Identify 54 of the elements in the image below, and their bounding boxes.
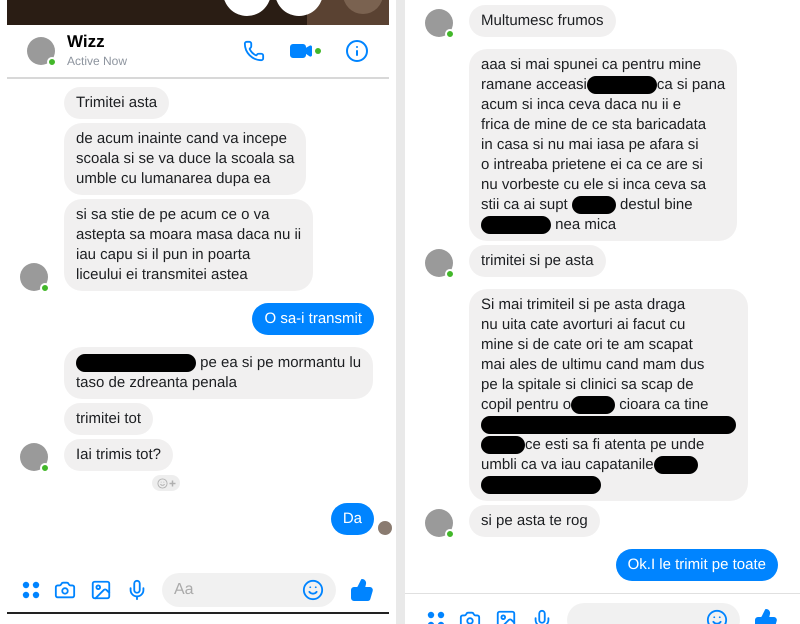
message-text: nu vorbeste cu ele si inca ceva sa xyxy=(481,175,706,195)
emoji-icon[interactable] xyxy=(302,579,324,601)
message-text: Ok.I le trimit pe toate xyxy=(628,555,766,575)
message-text: trimitei tot xyxy=(76,409,142,429)
message-text: aaa si mai spunei ca pentru mine xyxy=(481,55,702,75)
message-text: mine si de cate ori te am scapat xyxy=(481,335,693,355)
message-text: Iai trimis tot? xyxy=(76,445,162,465)
message-text: Trimitei asta xyxy=(76,93,158,113)
message-text: copil pentru o xyxy=(481,395,572,415)
status-text: Active Now xyxy=(67,53,128,70)
apps-icon[interactable] xyxy=(427,611,445,624)
add-reaction-button[interactable] xyxy=(152,475,180,491)
message-text: O sa-i transmit xyxy=(264,309,362,329)
message-text: destul bine xyxy=(619,195,693,215)
message-text: scoala si se va duce la scoala sa xyxy=(76,149,294,169)
phone-icon[interactable] xyxy=(243,40,265,62)
message-text: o intreaba prietene ei ca ce are si xyxy=(481,155,703,175)
message-text: taso de zdreanta penala xyxy=(76,373,237,393)
message-text: ce esti sa fi atenta pe unde xyxy=(525,435,704,455)
message-text: umble cu lumanarea dupa ea xyxy=(76,169,270,189)
message-text: si pe asta te rog xyxy=(481,511,588,531)
message-text: cioara ca tine xyxy=(618,395,708,415)
message-text: pe la spitale si clinici sa scap de xyxy=(481,375,694,395)
message-text: frica de mine de ce sta baricadata xyxy=(481,115,706,135)
message-text: nu uita cate avorturi ai facut cu xyxy=(481,315,686,335)
apps-icon[interactable] xyxy=(22,581,40,599)
message-text: astepta sa moara masa daca nu ii xyxy=(76,225,302,245)
message-input[interactable]: Aa xyxy=(174,578,302,602)
message-text: stii ca ai supt xyxy=(481,195,569,215)
message-text: liceului ei transmitei astea xyxy=(76,265,248,285)
message-text: iau capu si il pun in poarta xyxy=(76,245,250,265)
message-text: si sa stie de pe acum ce o va xyxy=(76,205,270,225)
message-text: de acum inainte cand va incepe xyxy=(76,129,287,149)
message-text: in casa si nu mai iasa pe afara si xyxy=(481,135,699,155)
message-text: Da xyxy=(342,509,362,529)
image-icon[interactable] xyxy=(90,579,112,601)
like-icon[interactable] xyxy=(350,578,374,602)
message-text: Si mai trimiteil si pe asta draga xyxy=(481,295,686,315)
plus-icon xyxy=(168,480,176,486)
message-text: pe ea si pe mormantu lu xyxy=(199,353,362,373)
message-text: mai ales de ultimu cand mam dus xyxy=(481,355,704,375)
message-text: nea mica xyxy=(554,215,616,235)
contact-name: Wizz xyxy=(67,32,106,52)
info-icon[interactable] xyxy=(345,39,369,63)
message-text: trimitei si pe asta xyxy=(481,251,594,271)
message-field[interactable]: Aa xyxy=(162,573,336,607)
message-text: Multumesc frumos xyxy=(481,11,604,31)
message-text: acum si inca ceva daca nu ii e xyxy=(481,95,682,115)
message-text: ca si pana xyxy=(656,75,726,95)
camera-icon[interactable] xyxy=(54,579,76,601)
message-text: ramane acceasi xyxy=(481,75,587,95)
message-text: umbli ca va iau capatanile xyxy=(481,455,654,475)
emoji-icon xyxy=(156,478,168,488)
avatar xyxy=(378,521,392,535)
